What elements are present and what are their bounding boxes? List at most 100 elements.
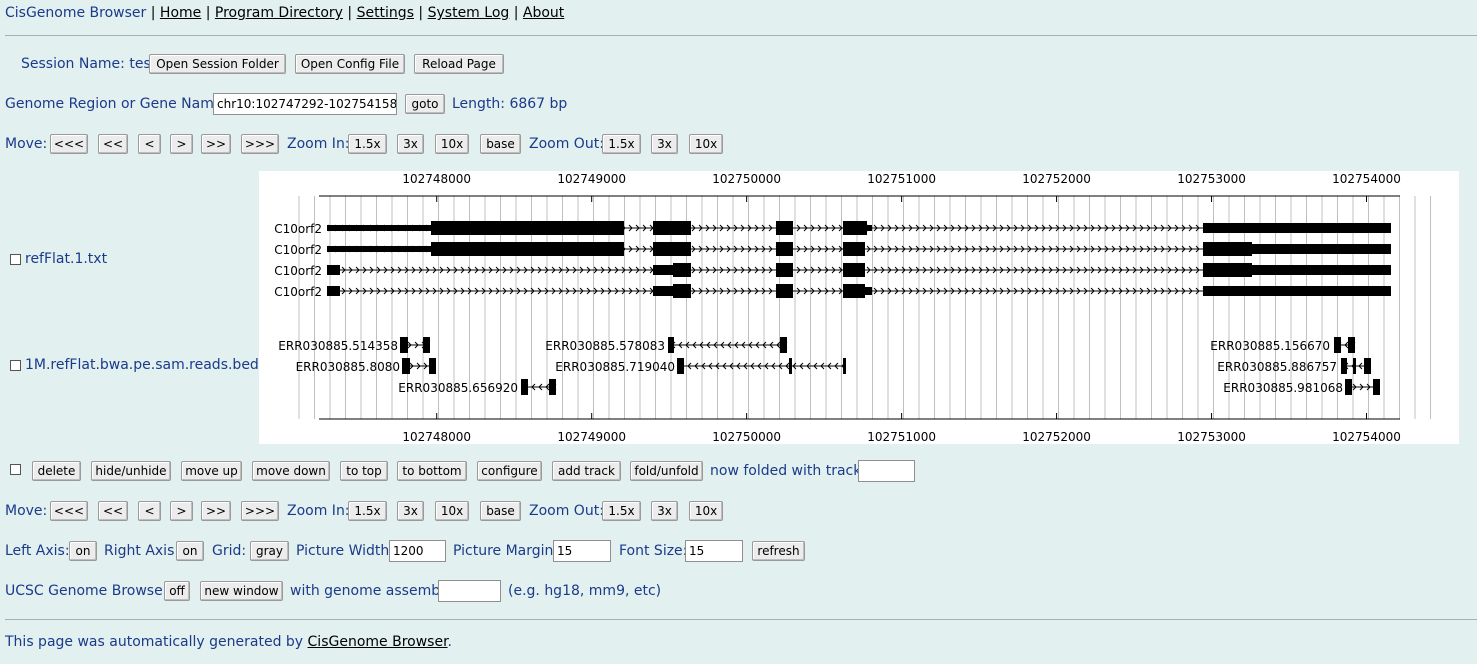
add-track-button[interactable]: add track: [552, 461, 621, 481]
gene-label: C10orf2: [274, 222, 322, 236]
exon-block: [776, 242, 793, 256]
left-axis-toggle-button[interactable]: on: [69, 541, 97, 561]
move-far-left-button[interactable]: <<<: [50, 501, 88, 521]
refresh-button[interactable]: refresh: [752, 541, 805, 561]
zoom-in-1-5x-button[interactable]: 1.5x: [348, 134, 387, 154]
exon-block: [653, 265, 673, 275]
read-label: ERR030885.514358: [278, 339, 398, 353]
move-left-button[interactable]: <: [138, 501, 161, 521]
move-left-more-button[interactable]: <<: [98, 501, 128, 521]
read-block: [400, 337, 408, 353]
move-right-more-button[interactable]: >>: [201, 134, 231, 154]
move-right-button[interactable]: >: [170, 501, 193, 521]
exon-block: [431, 242, 624, 256]
zoom-out-3x-button[interactable]: 3x: [651, 134, 678, 154]
goto-button[interactable]: goto: [405, 94, 445, 114]
gene-label: C10orf2: [274, 264, 322, 278]
move-left-more-button[interactable]: <<: [98, 134, 128, 154]
hide-unhide-button[interactable]: hide/unhide: [91, 461, 171, 481]
nav-link-system-log[interactable]: System Log: [428, 5, 510, 21]
zoom-in-1-5x-button[interactable]: 1.5x: [348, 501, 387, 521]
move-up-button[interactable]: move up: [181, 461, 242, 481]
read-block: [549, 379, 556, 395]
right-axis-toggle-button[interactable]: on: [176, 541, 204, 561]
nav-separator: |: [342, 5, 357, 21]
exon-block: [843, 221, 867, 235]
top-axis-ticks: 102748000 102749000 102750000 102751000 1027…: [402, 172, 1401, 202]
open-session-folder-button[interactable]: Open Session Folder: [149, 54, 286, 74]
reload-page-button[interactable]: Reload Page: [414, 54, 504, 74]
move-right-button[interactable]: >: [170, 134, 193, 154]
picture-width-input[interactable]: 1200: [389, 540, 446, 562]
move-down-button[interactable]: move down: [252, 461, 330, 481]
read-block: [677, 358, 684, 374]
zoom-out-3x-button[interactable]: 3x: [651, 501, 678, 521]
ucsc-toggle-button[interactable]: off: [164, 581, 190, 601]
grid-toggle-button[interactable]: gray: [250, 541, 289, 561]
read-label: ERR030885.8080: [296, 360, 400, 374]
axis-tick-label: 102749000: [557, 430, 626, 444]
exon-block: [776, 263, 793, 277]
read-block: [789, 358, 792, 374]
base-button[interactable]: base: [480, 134, 521, 154]
ucsc-new-window-button[interactable]: new window: [200, 581, 283, 601]
zoom-out-10x-button[interactable]: 10x: [689, 134, 723, 154]
exon-block: [1252, 244, 1391, 254]
nav-separator: |: [413, 5, 428, 21]
move-far-left-button[interactable]: <<<: [50, 134, 88, 154]
track-name-reads[interactable]: 1M.refFlat.bwa.pe.sam.reads.bed: [25, 357, 259, 373]
track-checkbox-reads[interactable]: [10, 360, 21, 371]
nav-link-settings[interactable]: Settings: [357, 5, 414, 21]
move-far-right-button[interactable]: >>>: [241, 501, 279, 521]
track-name-refflat[interactable]: refFlat.1.txt: [25, 251, 107, 267]
fold-unfold-button[interactable]: fold/unfold: [630, 461, 703, 481]
zoom-in-10x-button[interactable]: 10x: [435, 501, 469, 521]
move-right-more-button[interactable]: >>: [201, 501, 231, 521]
to-bottom-button[interactable]: to bottom: [397, 461, 467, 481]
read-block: [521, 379, 528, 395]
genome-assembly-label: with genome assembly: [290, 583, 453, 599]
read-block: [780, 337, 787, 353]
zoom-out-1-5x-button[interactable]: 1.5x: [602, 134, 641, 154]
zoom-out-1-5x-button[interactable]: 1.5x: [602, 501, 641, 521]
folded-tracks-label: now folded with tracks:: [710, 463, 874, 479]
open-config-file-button[interactable]: Open Config File: [295, 54, 405, 74]
region-input[interactable]: chr10:102747292-102754158: [213, 93, 397, 115]
read-pair: ERR030885.656920: [398, 379, 557, 395]
axis-tick-label: 102749000: [557, 172, 626, 186]
assembly-example-text: (e.g. hg18, mm9, etc): [508, 583, 662, 599]
move-far-right-button[interactable]: >>>: [241, 134, 279, 154]
ucsc-label: UCSC Genome Browser: [5, 583, 169, 599]
zoom-out-10x-button[interactable]: 10x: [689, 501, 723, 521]
picture-margin-input[interactable]: 15: [553, 540, 611, 562]
track-checkbox-refflat[interactable]: [10, 254, 21, 265]
genome-browser-view[interactable]: 102748000 102749000 102750000 102751000 1027…: [259, 171, 1459, 444]
delete-button[interactable]: delete: [32, 461, 81, 481]
axis-tick-label: 102750000: [712, 430, 781, 444]
nav-link-about[interactable]: About: [523, 5, 564, 21]
select-all-checkbox[interactable]: [10, 464, 21, 475]
exon-block: [673, 263, 691, 277]
read-pair: ERR030885.156670: [1210, 337, 1356, 353]
picture-width-label: Picture Width:: [296, 543, 394, 559]
zoom-in-3x-button[interactable]: 3x: [397, 134, 424, 154]
genome-assembly-input[interactable]: [438, 580, 501, 602]
configure-button[interactable]: configure: [477, 461, 542, 481]
to-top-button[interactable]: to top: [340, 461, 388, 481]
base-button[interactable]: base: [480, 501, 521, 521]
read-pair: ERR030885.514358: [278, 337, 430, 353]
nav-link-program-directory[interactable]: Program Directory: [215, 5, 343, 21]
axis-tick-label: 102752000: [1022, 172, 1091, 186]
nav-link-home[interactable]: Home: [160, 5, 201, 21]
exon-block: [843, 284, 865, 298]
read-block: [423, 337, 430, 353]
footer-link[interactable]: CisGenome Browser: [308, 634, 448, 650]
font-size-input[interactable]: 15: [685, 540, 743, 562]
axis-tick-label: 102753000: [1177, 172, 1246, 186]
move-left-button[interactable]: <: [138, 134, 161, 154]
exon-block: [843, 242, 865, 256]
folded-tracks-input[interactable]: [858, 460, 915, 482]
zoom-in-3x-button[interactable]: 3x: [397, 501, 424, 521]
zoom-in-10x-button[interactable]: 10x: [435, 134, 469, 154]
read-block: [1364, 358, 1371, 374]
